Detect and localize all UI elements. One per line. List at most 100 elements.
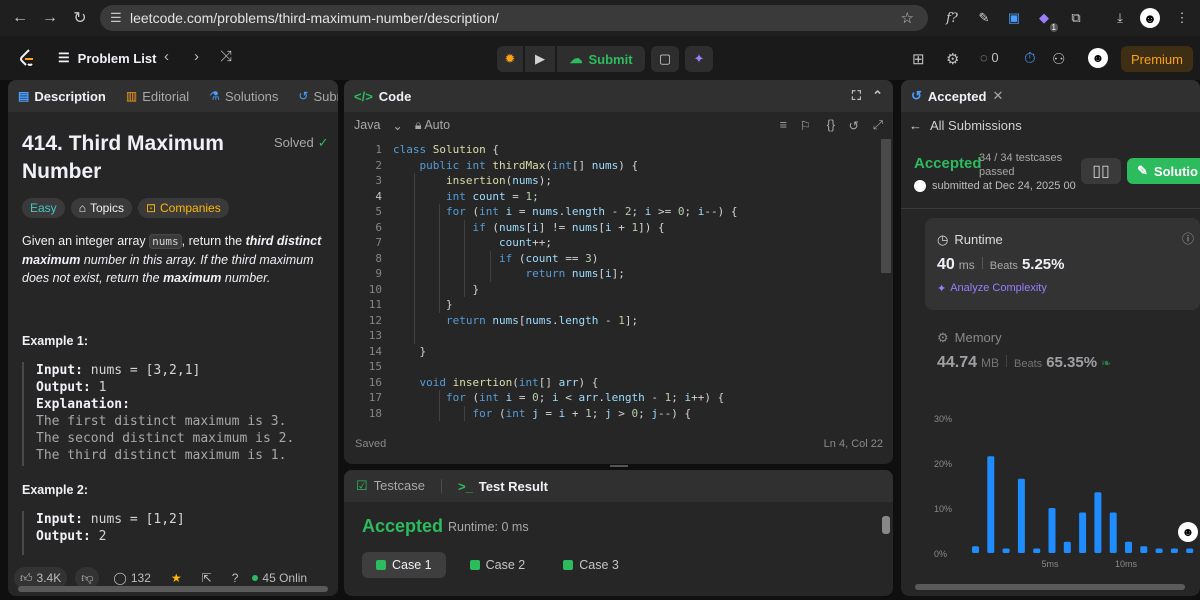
pass-icon	[376, 560, 386, 570]
language-select[interactable]: Java	[354, 118, 380, 132]
chart-bar[interactable]	[1017, 478, 1025, 553]
topics-button[interactable]: ⌂ Topics	[70, 198, 132, 218]
tab-solutions[interactable]: ⚗ Solutions	[209, 89, 278, 104]
maximize-icon[interactable]: ⛶	[852, 88, 861, 104]
checkbox-icon: ☑	[356, 478, 368, 493]
horizontal-scrollbar[interactable]	[18, 586, 328, 592]
example-key: Explanation:	[36, 397, 130, 412]
problem-list-link[interactable]: ☰ Problem List	[58, 50, 156, 66]
address-bar[interactable]: ☰ leetcode.com/problems/third-maximum-nu…	[100, 5, 928, 31]
analyze-complexity-link[interactable]: ✦ Analyze Complexity	[937, 282, 1047, 295]
divider	[981, 257, 983, 269]
case-label: Case 1	[392, 558, 432, 572]
premium-button[interactable]: Premium	[1121, 46, 1193, 72]
code-line: }	[393, 282, 480, 296]
code-editor[interactable]: 1 class Solution {2 public int thirdMax(i…	[344, 142, 893, 427]
layout-icon[interactable]: ⊞	[912, 50, 925, 68]
browser-menu-icon[interactable]: ⋮	[1172, 8, 1192, 28]
chart-bar[interactable]	[1140, 546, 1148, 553]
chart-bar[interactable]	[987, 456, 995, 553]
case-tab[interactable]: Case 2	[456, 552, 540, 578]
leetcode-logo-icon[interactable]	[18, 48, 38, 68]
case-tab[interactable]: Case 1	[362, 552, 446, 578]
tab-editorial[interactable]: ▥ Editorial	[126, 89, 189, 104]
companies-button[interactable]: ⊡ Companies	[137, 198, 229, 218]
braces-icon[interactable]: {}	[827, 118, 835, 132]
tab-submissions[interactable]: ↺ Submis	[298, 89, 338, 104]
tab-description[interactable]: ▤ Description	[18, 89, 106, 104]
timer-icon[interactable]: ⏱	[1024, 50, 1036, 67]
prev-problem-icon[interactable]: ‹	[164, 48, 169, 65]
autocomplete-toggle[interactable]: 🔒︎ Auto	[415, 118, 450, 133]
horizontal-scrollbar[interactable]	[915, 584, 1185, 590]
submission-tab-label[interactable]: Accepted	[928, 89, 987, 104]
reset-icon[interactable]: ↺	[849, 118, 859, 133]
x-tick-label: 10ms	[1115, 559, 1138, 569]
chart-bar[interactable]	[1170, 548, 1178, 554]
chart-bar[interactable]	[1079, 512, 1087, 554]
sidepanel-extension-icon[interactable]: ▣	[1004, 8, 1024, 28]
terminal-icon: >_	[457, 478, 473, 494]
reload-icon[interactable]: ↻	[66, 4, 94, 32]
format-icon[interactable]: ≡	[780, 118, 787, 132]
eyedropper-extension-icon[interactable]: ✎	[974, 8, 994, 28]
line-number: 12	[368, 313, 382, 327]
download-icon[interactable]: ⤓	[1110, 8, 1130, 28]
chip-icon: ⚙	[937, 330, 949, 345]
add-friend-icon[interactable]: ⚇	[1052, 50, 1065, 68]
formula-extension-icon[interactable]: f?	[942, 8, 962, 28]
collapse-chevron-icon[interactable]: ⌃	[872, 88, 883, 104]
site-info-icon[interactable]: ☰	[110, 10, 130, 26]
solution-button[interactable]: ✎ Solutio	[1127, 158, 1200, 184]
chart-bar[interactable]	[1155, 548, 1163, 554]
forward-icon[interactable]: →	[36, 4, 64, 32]
chart-bar[interactable]	[1048, 508, 1056, 553]
flask-icon: ⚗	[209, 89, 220, 103]
bookmark-icon[interactable]: ⚐	[800, 118, 811, 133]
next-problem-icon[interactable]: ›	[194, 48, 199, 65]
submit-button[interactable]: ☁ Submit	[557, 46, 645, 72]
runtime-distribution-chart[interactable]: 30% 20% 10% 0% 5ms 10ms	[920, 408, 1200, 578]
extensions-puzzle-icon[interactable]: ⧉	[1066, 8, 1086, 28]
bookmark-star-icon[interactable]: ☆	[901, 9, 914, 27]
case-tab[interactable]: Case 3	[549, 552, 633, 578]
chart-bar[interactable]	[972, 546, 979, 553]
chart-bar[interactable]	[1125, 541, 1132, 553]
difficulty-badge[interactable]: Easy	[22, 198, 65, 218]
chart-bar[interactable]	[1002, 548, 1010, 554]
coin-counter[interactable]: ◌ 0	[980, 50, 999, 65]
example-key: Input:	[36, 512, 83, 527]
code-scrollbar[interactable]	[881, 139, 891, 273]
chart-bar[interactable]	[1109, 512, 1117, 554]
runtime-card[interactable]: ◷ Runtime ⓘ 40 ms Beats 5.25% ✦ Analyze Co…	[925, 218, 1200, 310]
user-avatar[interactable]: ☻	[1088, 48, 1108, 68]
chart-bar[interactable]	[1094, 492, 1102, 553]
browser-avatar[interactable]: ☻	[1140, 8, 1160, 28]
tab-test-result[interactable]: >_ Test Result	[458, 479, 548, 494]
notes-icon[interactable]: ▢	[651, 46, 679, 72]
tab-testcase[interactable]: ☑ Testcase	[356, 478, 425, 494]
profile-extension-icon[interactable]: ◆ 1	[1034, 8, 1058, 32]
close-icon[interactable]: ✕	[992, 88, 1003, 104]
fullscreen-icon[interactable]: ⤢	[873, 118, 883, 133]
ai-sparkle-icon[interactable]: ✦	[685, 46, 713, 72]
settings-gear-icon[interactable]: ⚙	[946, 50, 959, 68]
memory-card[interactable]: ⚙ Memory 44.74 MB Beats 65.35% ❧	[925, 316, 1200, 386]
resize-handle[interactable]	[610, 465, 628, 467]
shuffle-icon[interactable]: ⤨	[220, 48, 232, 65]
divider	[901, 208, 1200, 209]
chart-bar[interactable]	[1186, 548, 1194, 554]
language-chevron-icon[interactable]: ⌄	[392, 118, 402, 133]
y-tick-label: 0%	[934, 549, 947, 559]
test-scrollbar[interactable]	[882, 516, 890, 534]
code-line: }	[393, 298, 453, 311]
indent-guide	[439, 390, 440, 421]
chart-bar[interactable]	[1063, 541, 1071, 553]
chart-bar[interactable]	[1033, 548, 1041, 554]
run-button[interactable]: ▶	[525, 46, 555, 72]
info-icon[interactable]: ⓘ	[1182, 230, 1194, 247]
editorial-book-icon[interactable]: ▯▯	[1081, 158, 1121, 184]
all-submissions-link[interactable]: ← All Submissions	[909, 118, 1022, 133]
back-icon[interactable]: ←	[6, 4, 34, 32]
debug-icon[interactable]: ✹	[497, 46, 523, 72]
